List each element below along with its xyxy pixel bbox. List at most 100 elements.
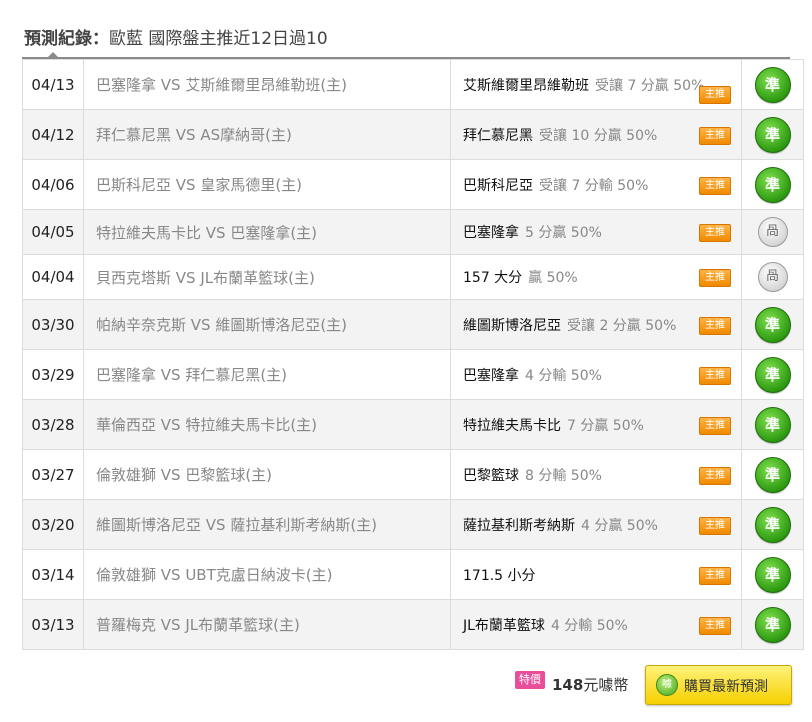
row-pick: 維圖斯博洛尼亞 受讓 2 分贏 50% 主推: [450, 299, 742, 350]
buy-latest-prediction-button[interactable]: 噱 購買最新預測: [645, 665, 792, 705]
win-badge-icon: 準: [754, 66, 791, 103]
main-pick-tag: 主推: [699, 176, 731, 195]
row-match: 維圖斯博洛尼亞 VS 薩拉基利斯考納斯(主): [83, 499, 451, 550]
row-date: 03/13: [22, 599, 84, 650]
pick-content: 171.5 小分: [452, 565, 741, 585]
push-badge-icon: 咼: [757, 217, 788, 247]
row-pick: 特拉維夫馬卡比 7 分贏 50% 主推: [450, 399, 742, 450]
main-pick-tag: 主推: [699, 466, 731, 485]
row-pick: 艾斯維爾里昂維勒班 受讓 7 分贏 50% 主推: [450, 59, 742, 110]
table-row: 03/27 倫敦雄獅 VS 巴黎籃球(主) 巴黎籃球 8 分輸 50% 主推 準: [22, 449, 804, 500]
pick-team: JL布蘭革籃球: [463, 617, 545, 634]
row-match: 特拉維夫馬卡比 VS 巴塞隆拿(主): [83, 209, 451, 255]
pick-team: 艾斯維爾里昂維勒班: [463, 77, 589, 94]
win-badge-icon: 準: [754, 506, 791, 543]
pick-odds: 4 分輸 50%: [525, 367, 602, 384]
pick-odds: 7 分贏 50%: [567, 417, 644, 434]
main-pick-tag: 主推: [699, 224, 731, 242]
pick-content: 巴黎籃球 8 分輸 50%: [452, 465, 741, 485]
row-date: 04/12: [22, 109, 84, 160]
main-pick-tag: 主推: [699, 516, 731, 535]
win-badge-icon: 準: [754, 456, 791, 493]
row-result: 準: [741, 399, 804, 450]
table-row: 03/14 倫敦雄獅 VS UBT克盧日納波卡(主) 171.5 小分 主推 準: [22, 549, 804, 600]
row-date: 03/28: [22, 399, 84, 450]
table-row: 03/29 巴塞隆拿 VS 拜仁慕尼黑(主) 巴塞隆拿 4 分輸 50% 主推 準: [22, 349, 804, 400]
row-match: 拜仁慕尼黑 VS AS摩納哥(主): [83, 109, 451, 160]
row-match: 巴斯科尼亞 VS 皇家馬德里(主): [83, 159, 451, 210]
row-pick: 巴黎籃球 8 分輸 50% 主推: [450, 449, 742, 500]
heading-title: 歐藍 國際盤主推近12日過10: [109, 29, 328, 49]
price-text: 148元噱幣: [552, 674, 628, 695]
win-badge-icon: 準: [754, 356, 791, 393]
pick-odds: 贏 50%: [528, 270, 578, 286]
row-result: 準: [741, 499, 804, 550]
row-match: 貝西克塔斯 VS JL布蘭革籃球(主): [83, 254, 451, 300]
row-date: 03/30: [22, 299, 84, 350]
pick-odds: 8 分輸 50%: [525, 467, 602, 484]
special-price-badge: 特價: [515, 671, 545, 689]
prediction-table: 04/13 巴塞隆拿 VS 艾斯維爾里昂維勒班(主) 艾斯維爾里昂維勒班 受讓 7 分…: [22, 59, 804, 650]
pick-team: 維圖斯博洛尼亞: [463, 317, 561, 334]
pick-team: 巴黎籃球: [463, 467, 519, 484]
row-match: 倫敦雄獅 VS 巴黎籃球(主): [83, 449, 451, 500]
main-pick-tag: 主推: [699, 126, 731, 145]
row-match: 巴塞隆拿 VS 拜仁慕尼黑(主): [83, 349, 451, 400]
pick-odds: 4 分贏 50%: [581, 517, 658, 534]
pick-team: 巴塞隆拿: [463, 225, 519, 241]
page-heading: 預測紀錄：歐藍 國際盤主推近12日過10: [24, 24, 328, 49]
win-badge-icon: 準: [754, 606, 791, 643]
pick-content: 艾斯維爾里昂維勒班 受讓 7 分贏 50%: [452, 75, 741, 95]
pick-content: 巴斯科尼亞 受讓 7 分輸 50%: [452, 175, 741, 195]
row-result: 準: [741, 599, 804, 650]
pick-content: 巴塞隆拿 5 分贏 50%: [452, 222, 741, 242]
win-badge-icon: 準: [754, 116, 791, 153]
row-pick: 巴塞隆拿 5 分贏 50% 主推: [450, 209, 742, 255]
pick-team: 巴塞隆拿: [463, 367, 519, 384]
row-match: 華倫西亞 VS 特拉維夫馬卡比(主): [83, 399, 451, 450]
row-date: 04/13: [22, 59, 84, 110]
pick-content: JL布蘭革籃球 4 分輸 50%: [452, 615, 741, 635]
table-row: 04/13 巴塞隆拿 VS 艾斯維爾里昂維勒班(主) 艾斯維爾里昂維勒班 受讓 7 分…: [22, 59, 804, 110]
row-date: 03/27: [22, 449, 84, 500]
pick-odds: 受讓 7 分輸 50%: [539, 177, 649, 194]
table-row: 03/30 帕納辛奈克斯 VS 維圖斯博洛尼亞(主) 維圖斯博洛尼亞 受讓 2 分贏 …: [22, 299, 804, 350]
main-pick-tag: 主推: [699, 366, 731, 385]
pick-team: 171.5 小分: [463, 567, 536, 584]
row-result: 咼: [741, 254, 804, 300]
pick-team: 巴斯科尼亞: [463, 177, 533, 194]
row-date: 03/20: [22, 499, 84, 550]
table-row: 03/20 維圖斯博洛尼亞 VS 薩拉基利斯考納斯(主) 薩拉基利斯考納斯 4 分贏 …: [22, 499, 804, 550]
row-date: 04/05: [22, 209, 84, 255]
pick-odds: 受讓 2 分贏 50%: [567, 317, 677, 334]
row-pick: 171.5 小分 主推: [450, 549, 742, 600]
main-pick-tag: 主推: [699, 566, 731, 585]
pick-odds: 受讓 7 分贏 50%: [595, 77, 705, 94]
row-result: 準: [741, 449, 804, 500]
row-result: 準: [741, 109, 804, 160]
main-pick-tag: 主推: [699, 86, 731, 104]
pick-content: 拜仁慕尼黑 受讓 10 分贏 50%: [452, 125, 741, 145]
win-badge-icon: 準: [754, 406, 791, 443]
row-result: 咼: [741, 209, 804, 255]
row-result: 準: [741, 59, 804, 110]
row-match: 帕納辛奈克斯 VS 維圖斯博洛尼亞(主): [83, 299, 451, 350]
row-result: 準: [741, 349, 804, 400]
row-match: 巴塞隆拿 VS 艾斯維爾里昂維勒班(主): [83, 59, 451, 110]
price-value: 148: [552, 676, 584, 694]
pick-team: 157 大分: [463, 270, 523, 286]
row-match: 倫敦雄獅 VS UBT克盧日納波卡(主): [83, 549, 451, 600]
heading-prefix: 預測紀錄：: [24, 29, 109, 49]
row-pick: 157 大分贏 50% 主推: [450, 254, 742, 300]
main-pick-tag: 主推: [699, 416, 731, 435]
price-currency: 元噱幣: [583, 676, 629, 694]
win-badge-icon: 準: [754, 166, 791, 203]
pick-odds: 受讓 10 分贏 50%: [539, 127, 658, 144]
buy-button-label: 購買最新預測: [684, 679, 768, 695]
pick-content: 維圖斯博洛尼亞 受讓 2 分贏 50%: [452, 315, 741, 335]
row-date: 03/29: [22, 349, 84, 400]
main-pick-tag: 主推: [699, 616, 731, 635]
row-pick: 巴塞隆拿 4 分輸 50% 主推: [450, 349, 742, 400]
table-row: 04/06 巴斯科尼亞 VS 皇家馬德里(主) 巴斯科尼亞 受讓 7 分輸 50% 主推…: [22, 159, 804, 210]
row-pick: JL布蘭革籃球 4 分輸 50% 主推: [450, 599, 742, 650]
